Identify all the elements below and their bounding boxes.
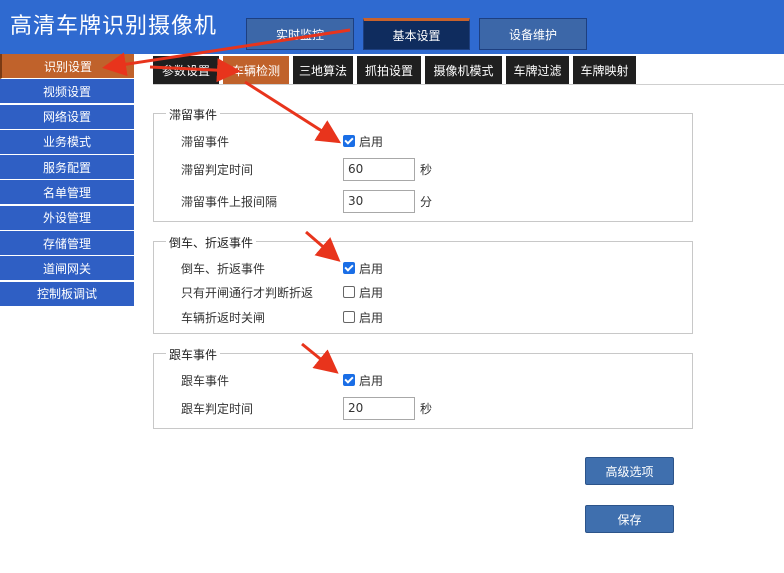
top-tab-device-maintenance[interactable]: 设备维护 xyxy=(479,18,587,50)
tab-plate-mapping[interactable]: 车牌映射 xyxy=(573,56,636,84)
only-open-label: 只有开闸通行才判断折返 xyxy=(181,285,314,300)
follow-time-row: 跟车判定时间 秒 xyxy=(181,396,681,420)
sidebar-item-video[interactable]: 视频设置 xyxy=(0,79,134,105)
only-open-row: 只有开闸通行才判断折返 启用 xyxy=(181,280,681,304)
stay-event-checkbox[interactable] xyxy=(343,135,355,147)
stay-time-row: 滞留判定时间 秒 xyxy=(181,157,681,181)
stay-event-row: 滞留事件 启用 xyxy=(181,129,681,153)
sidebar-item-storage[interactable]: 存储管理 xyxy=(0,231,134,257)
app-header: 高清车牌识别摄像机 实时监控 基本设置 设备维护 xyxy=(0,0,784,54)
sidebar-item-network[interactable]: 网络设置 xyxy=(0,104,134,130)
follow-event-group: 跟车事件 跟车事件 启用 跟车判定时间 秒 xyxy=(153,346,693,429)
follow-event-enable-text: 启用 xyxy=(359,373,384,388)
reverse-event-label: 倒车、折返事件 xyxy=(181,261,266,276)
stay-interval-label: 滞留事件上报间隔 xyxy=(181,194,278,209)
sidebar-item-gate-gateway[interactable]: 道闸网关 xyxy=(0,256,134,282)
save-button[interactable]: 保存 xyxy=(585,505,674,533)
reverse-event-group-title: 倒车、折返事件 xyxy=(166,234,257,251)
follow-event-row: 跟车事件 启用 xyxy=(181,368,681,392)
reverse-event-checkbox[interactable] xyxy=(343,262,355,274)
tab-vehicle-detection[interactable]: 车辆检测 xyxy=(223,56,289,84)
app-title: 高清车牌识别摄像机 xyxy=(10,14,218,39)
sidebar-item-business-mode[interactable]: 业务模式 xyxy=(0,129,134,155)
follow-time-label: 跟车判定时间 xyxy=(181,401,254,416)
tab-three-region-algorithm[interactable]: 三地算法 xyxy=(293,56,353,84)
sidebar-item-list-management[interactable]: 名单管理 xyxy=(0,180,134,206)
follow-event-checkbox[interactable] xyxy=(343,374,355,386)
stay-time-label: 滞留判定时间 xyxy=(181,162,254,177)
tab-camera-mode[interactable]: 摄像机模式 xyxy=(425,56,502,84)
sidebar-item-control-board-debug[interactable]: 控制板调试 xyxy=(0,281,134,307)
close-gate-row: 车辆折返时关闸 启用 xyxy=(181,305,681,329)
stay-event-group: 滞留事件 滞留事件 启用 滞留判定时间 秒 滞留事件上报间隔 分 xyxy=(153,106,693,222)
reverse-event-enable-text: 启用 xyxy=(359,261,384,276)
reverse-event-row: 倒车、折返事件 启用 xyxy=(181,256,681,280)
only-open-checkbox[interactable] xyxy=(343,286,355,298)
advanced-options-button[interactable]: 高级选项 xyxy=(585,457,674,485)
sidebar-item-service[interactable]: 服务配置 xyxy=(0,155,134,181)
stay-event-enable-text: 启用 xyxy=(359,134,384,149)
stay-event-label: 滞留事件 xyxy=(181,134,230,149)
reverse-event-group: 倒车、折返事件 倒车、折返事件 启用 只有开闸通行才判断折返 启用 车辆折返时关… xyxy=(153,234,693,334)
tab-parameter-settings[interactable]: 参数设置 xyxy=(153,56,219,84)
sidebar-item-peripheral[interactable]: 外设管理 xyxy=(0,205,134,231)
tab-capture-settings[interactable]: 抓拍设置 xyxy=(357,56,421,84)
sub-tab-bar: 参数设置 车辆检测 三地算法 抓拍设置 摄像机模式 车牌过滤 车牌映射 xyxy=(153,56,640,84)
sub-tab-divider xyxy=(153,84,784,85)
sidebar-item-recognition[interactable]: 识别设置 xyxy=(0,54,134,79)
stay-interval-unit: 分 xyxy=(420,194,433,209)
top-tab-basic-settings[interactable]: 基本设置 xyxy=(363,18,470,50)
stay-interval-input[interactable] xyxy=(343,189,415,213)
stay-time-input[interactable] xyxy=(343,157,415,181)
follow-time-unit: 秒 xyxy=(420,401,433,416)
stay-time-unit: 秒 xyxy=(420,162,433,177)
sidebar: 识别设置 视频设置 网络设置 业务模式 服务配置 名单管理 外设管理 存储管理 … xyxy=(0,54,134,307)
close-gate-label: 车辆折返时关闸 xyxy=(181,310,266,325)
only-open-enable-text: 启用 xyxy=(359,285,384,300)
follow-event-group-title: 跟车事件 xyxy=(166,346,221,363)
follow-event-label: 跟车事件 xyxy=(181,373,230,388)
close-gate-enable-text: 启用 xyxy=(359,310,384,325)
stay-interval-row: 滞留事件上报间隔 分 xyxy=(181,189,681,213)
stay-event-group-title: 滞留事件 xyxy=(166,106,221,123)
tab-plate-filter[interactable]: 车牌过滤 xyxy=(506,56,569,84)
follow-time-input[interactable] xyxy=(343,396,415,420)
close-gate-checkbox[interactable] xyxy=(343,311,355,323)
top-tab-live-monitor[interactable]: 实时监控 xyxy=(246,18,354,50)
